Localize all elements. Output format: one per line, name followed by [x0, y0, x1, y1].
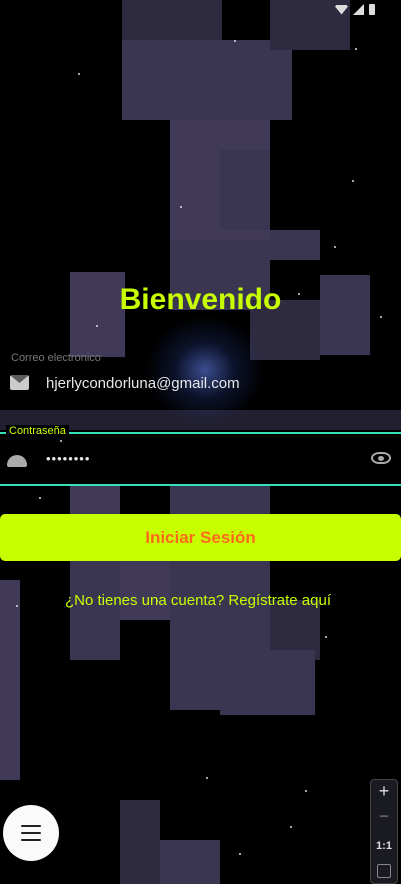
zoom-controls: + − 1:1: [370, 779, 398, 884]
wifi-icon: [335, 4, 348, 15]
status-bar: [0, 0, 401, 22]
page-title: Bienvenido: [119, 283, 282, 316]
eye-icon[interactable]: [371, 452, 391, 464]
android-icon: [7, 455, 27, 467]
password-field[interactable]: Contraseña ••••••••: [0, 425, 401, 486]
signal-icon: [353, 4, 364, 15]
email-field-value[interactable]: hjerlycondorluna@gmail.com: [46, 375, 240, 392]
password-field-value[interactable]: ••••••••: [46, 451, 90, 466]
zoom-out-button[interactable]: −: [371, 806, 397, 827]
email-field-label: Correo electronico: [11, 352, 101, 364]
menu-fab-button[interactable]: [3, 805, 59, 861]
zoom-reset-button[interactable]: 1:1: [371, 840, 397, 852]
fit-screen-icon[interactable]: [377, 864, 391, 878]
register-link[interactable]: ¿No tienes una cuenta? Regístrate aquí: [0, 592, 396, 609]
zoom-in-button[interactable]: +: [371, 781, 397, 802]
login-button[interactable]: Iniciar Sesión: [0, 514, 401, 561]
email-field[interactable]: hjerlycondorluna@gmail.com: [0, 365, 401, 405]
password-field-label: Contraseña: [6, 425, 69, 437]
battery-icon: [369, 4, 375, 15]
menu-icon: [21, 825, 41, 841]
mail-icon: [10, 375, 29, 390]
